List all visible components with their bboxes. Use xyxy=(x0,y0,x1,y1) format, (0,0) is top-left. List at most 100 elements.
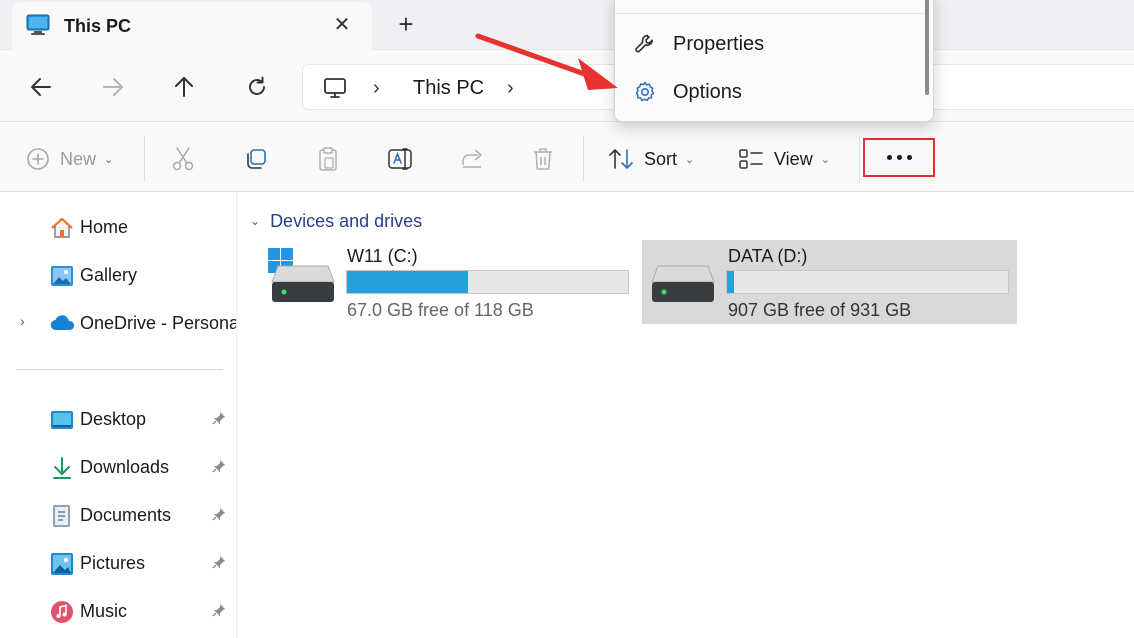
pin-icon[interactable] xyxy=(212,507,226,526)
monitor-icon xyxy=(323,76,347,105)
view-label: View xyxy=(774,148,813,169)
sort-icon xyxy=(609,149,633,169)
sidebar-item-label: Downloads xyxy=(80,456,170,477)
new-label: New xyxy=(60,148,97,169)
drive-usage-bar xyxy=(726,270,1009,294)
pictures-icon xyxy=(50,552,74,576)
pin-icon[interactable] xyxy=(212,459,226,478)
toolbar-divider xyxy=(583,136,584,182)
forward-arrow-icon xyxy=(103,78,123,96)
forward-button[interactable] xyxy=(98,72,128,102)
drive-usage-fill xyxy=(347,271,468,293)
pin-icon[interactable] xyxy=(212,411,226,430)
more-dots-icon xyxy=(906,155,912,160)
sidebar-item-music[interactable]: Music xyxy=(0,591,236,631)
share-button[interactable] xyxy=(460,144,486,174)
onedrive-icon xyxy=(50,312,75,336)
wrench-icon xyxy=(633,32,657,61)
chevron-right-icon[interactable]: › xyxy=(20,313,25,329)
group-header-devices[interactable]: ⌄ Devices and drives xyxy=(250,209,422,233)
tab-bar: This PC ✕ + xyxy=(0,0,1134,50)
sidebar-item-desktop[interactable]: Desktop xyxy=(0,399,236,439)
sidebar-item-documents[interactable]: Documents xyxy=(0,495,236,535)
chevron-down-icon: ⌄ xyxy=(685,153,695,166)
clipboard-icon xyxy=(319,147,337,171)
copy-icon xyxy=(247,149,266,169)
paste-button[interactable] xyxy=(316,144,340,174)
chevron-down-icon: ⌄ xyxy=(250,214,261,228)
this-pc-icon xyxy=(26,14,50,41)
toolbar-divider xyxy=(144,136,145,182)
chevron-down-icon: ⌄ xyxy=(104,153,114,166)
file-view: ⌄ Devices and drives W11 (C:) 67.0 GB fr… xyxy=(238,193,1134,638)
back-arrow-icon xyxy=(31,78,51,96)
downloads-icon xyxy=(50,456,74,480)
toolbar-divider xyxy=(859,136,860,182)
more-options-menu: Properties Options xyxy=(614,0,934,122)
drive-free-space: 67.0 GB free of 118 GB xyxy=(347,300,534,320)
new-tab-button[interactable]: + xyxy=(392,10,420,38)
more-dots-icon xyxy=(886,155,892,160)
menu-item-properties[interactable]: Properties xyxy=(615,22,925,66)
sidebar-item-label: Home xyxy=(80,216,129,237)
pin-icon[interactable] xyxy=(212,603,226,622)
new-button[interactable]: New ⌄ xyxy=(26,144,113,174)
navigation-pane: Home Gallery › OneDrive - Persona Deskto… xyxy=(0,193,237,638)
sidebar-item-downloads[interactable]: Downloads xyxy=(0,447,236,487)
sidebar-item-label: Desktop xyxy=(80,408,147,429)
menu-separator xyxy=(615,13,927,14)
see-more-button[interactable] xyxy=(863,138,935,177)
group-label: Devices and drives xyxy=(270,210,423,231)
music-icon xyxy=(50,600,74,624)
sidebar-item-home[interactable]: Home xyxy=(0,207,236,247)
breadcrumb-chevron-end[interactable]: › xyxy=(507,77,514,100)
share-icon xyxy=(462,149,482,168)
sidebar-separator xyxy=(16,369,223,370)
view-button[interactable]: View ⌄ xyxy=(738,144,830,174)
sidebar-item-onedrive[interactable]: › OneDrive - Persona xyxy=(0,303,237,343)
drive-d[interactable]: DATA (D:) 907 GB free of 931 GB xyxy=(642,240,1017,324)
tab-this-pc[interactable]: This PC ✕ xyxy=(12,2,372,50)
refresh-button[interactable] xyxy=(242,72,272,102)
documents-icon xyxy=(50,504,74,528)
sort-label: Sort xyxy=(644,148,678,169)
drive-free-space: 907 GB free of 931 GB xyxy=(728,300,912,320)
sidebar-item-label: Music xyxy=(80,600,128,621)
rename-icon xyxy=(388,148,412,170)
sidebar-item-label: Pictures xyxy=(80,552,146,573)
sort-button[interactable]: Sort ⌄ xyxy=(608,144,694,174)
up-button[interactable] xyxy=(169,72,199,102)
gallery-icon xyxy=(50,264,74,288)
menu-item-options[interactable]: Options xyxy=(615,70,925,114)
sidebar-item-gallery[interactable]: Gallery xyxy=(0,255,236,295)
rename-button[interactable] xyxy=(387,144,413,174)
view-list-icon xyxy=(739,149,763,169)
menu-scrollbar[interactable] xyxy=(925,0,929,95)
menu-item-label: Options xyxy=(673,80,742,103)
desktop-icon xyxy=(50,408,74,432)
cut-button[interactable] xyxy=(171,144,195,174)
sidebar-item-pictures[interactable]: Pictures xyxy=(0,543,236,583)
sidebar-item-label: OneDrive - Persona xyxy=(80,312,237,333)
pin-icon[interactable] xyxy=(212,555,226,574)
close-tab-icon[interactable]: ✕ xyxy=(329,12,355,38)
chevron-down-icon: ⌄ xyxy=(820,153,830,166)
drive-c[interactable]: W11 (C:) 67.0 GB free of 118 GB xyxy=(262,240,637,324)
menu-item-label: Properties xyxy=(673,32,765,55)
command-bar: New ⌄ Sort ⌄ View ⌄ xyxy=(0,122,1134,192)
copy-button[interactable] xyxy=(244,144,268,174)
gear-icon xyxy=(633,80,657,109)
breadcrumb-this-pc[interactable]: This PC xyxy=(413,77,484,100)
sidebar-item-label: Documents xyxy=(80,504,172,525)
back-button[interactable] xyxy=(26,72,56,102)
delete-button[interactable] xyxy=(531,144,555,174)
sidebar-item-label: Gallery xyxy=(80,264,138,285)
more-dots-icon xyxy=(896,155,902,160)
breadcrumb-chevron[interactable]: › xyxy=(373,77,380,100)
tab-title: This PC xyxy=(64,16,132,36)
drive-usage-fill xyxy=(727,271,735,293)
navigation-bar: › This PC › xyxy=(0,50,1134,122)
plus-circle-icon xyxy=(27,148,49,170)
scissors-icon xyxy=(172,147,194,171)
trash-icon xyxy=(534,148,552,170)
